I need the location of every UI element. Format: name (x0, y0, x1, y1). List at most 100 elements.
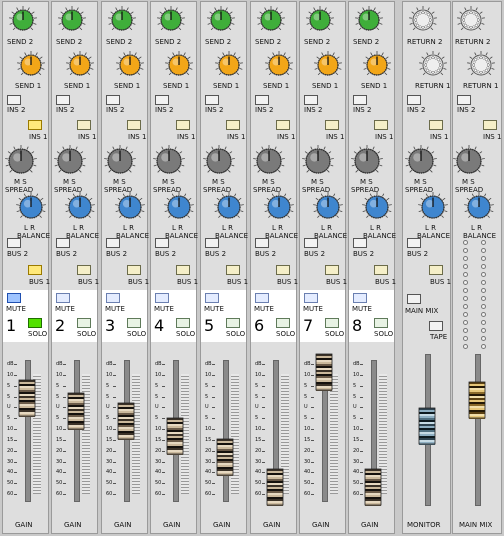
send-1-knob[interactable] (65, 50, 95, 80)
ins-1-button[interactable] (483, 120, 497, 130)
tape-button[interactable] (429, 321, 443, 331)
mute-button[interactable] (7, 293, 21, 303)
send-2-knob[interactable] (107, 5, 137, 35)
bus-2-button[interactable] (255, 238, 269, 248)
solo-button[interactable] (77, 318, 91, 328)
mute-button[interactable] (205, 293, 219, 303)
send-1-knob[interactable] (214, 50, 244, 80)
fader-track[interactable] (74, 360, 80, 502)
ins-2-button[interactable] (304, 95, 318, 105)
send-1-knob[interactable] (362, 50, 392, 80)
ins-2-button[interactable] (205, 95, 219, 105)
balance-knob[interactable] (114, 191, 146, 223)
send-1-knob[interactable] (16, 50, 46, 80)
spread-knob[interactable] (202, 144, 236, 178)
balance-knob[interactable] (15, 191, 47, 223)
bus-1-button[interactable] (276, 265, 290, 275)
send-2-knob[interactable] (206, 5, 236, 35)
balance-knob[interactable] (213, 191, 245, 223)
balance-knob[interactable] (263, 191, 295, 223)
send-2-knob[interactable] (8, 5, 38, 35)
ins-2-button[interactable] (457, 95, 471, 105)
return-2-knob[interactable] (456, 5, 486, 35)
send-1-knob[interactable] (115, 50, 145, 80)
bus-2-button[interactable] (155, 238, 169, 248)
fader-track[interactable] (223, 360, 229, 502)
solo-button[interactable] (276, 318, 290, 328)
bus-2-button[interactable] (304, 238, 318, 248)
fader-cap[interactable] (67, 392, 85, 431)
mute-button[interactable] (155, 293, 169, 303)
mute-button[interactable] (255, 293, 269, 303)
send-2-knob[interactable] (256, 5, 286, 35)
bus-2-button[interactable] (205, 238, 219, 248)
solo-button[interactable] (127, 318, 141, 328)
return-1-knob[interactable] (418, 50, 448, 80)
bus-1-button[interactable] (429, 265, 443, 275)
solo-button[interactable] (325, 318, 339, 328)
ins-2-button[interactable] (155, 95, 169, 105)
main-fader-track[interactable] (475, 354, 481, 506)
bus-2-button[interactable] (56, 238, 70, 248)
fader-cap[interactable] (315, 353, 333, 392)
ins-2-button[interactable] (407, 95, 421, 105)
ins-1-button[interactable] (127, 120, 141, 130)
spread-knob[interactable] (252, 144, 286, 178)
ins-1-button[interactable] (374, 120, 388, 130)
mute-button[interactable] (56, 293, 70, 303)
main-mix-button[interactable] (407, 294, 421, 304)
send-2-knob[interactable] (305, 5, 335, 35)
balance-knob[interactable] (64, 191, 96, 223)
send-2-knob[interactable] (354, 5, 384, 35)
bus-1-button[interactable] (226, 265, 240, 275)
ins-1-button[interactable] (276, 120, 290, 130)
balance-knob[interactable] (361, 191, 393, 223)
spread-knob[interactable] (4, 144, 38, 178)
bus-2-button[interactable] (7, 238, 21, 248)
fader-cap[interactable] (364, 468, 382, 506)
mute-button[interactable] (106, 293, 120, 303)
ins-1-button[interactable] (226, 120, 240, 130)
fader-cap[interactable] (216, 438, 234, 476)
fader-cap[interactable] (266, 468, 284, 506)
send-2-knob[interactable] (156, 5, 186, 35)
ins-1-button[interactable] (325, 120, 339, 130)
ins-1-button[interactable] (429, 120, 443, 130)
ins-1-button[interactable] (28, 120, 42, 130)
bus-1-button[interactable] (176, 265, 190, 275)
spread-knob[interactable] (301, 144, 335, 178)
main-fader-cap[interactable] (468, 381, 486, 420)
bus-1-button[interactable] (77, 265, 91, 275)
monitor-fader-cap[interactable] (418, 407, 436, 446)
bus-2-button[interactable] (106, 238, 120, 248)
mute-button[interactable] (353, 293, 367, 303)
bus-2-button[interactable] (353, 238, 367, 248)
solo-button[interactable] (226, 318, 240, 328)
solo-button[interactable] (176, 318, 190, 328)
ins-2-button[interactable] (353, 95, 367, 105)
balance-knob[interactable] (417, 191, 449, 223)
ins-1-button[interactable] (77, 120, 91, 130)
bus-1-button[interactable] (28, 265, 42, 275)
fader-cap[interactable] (166, 417, 184, 456)
fader-cap[interactable] (117, 402, 135, 440)
return-1-knob[interactable] (466, 50, 496, 80)
bus-2-button[interactable] (407, 238, 421, 248)
spread-knob[interactable] (350, 144, 384, 178)
send-1-knob[interactable] (313, 50, 343, 80)
return-2-knob[interactable] (408, 5, 438, 35)
ins-2-button[interactable] (7, 95, 21, 105)
spread-knob[interactable] (53, 144, 87, 178)
send-2-knob[interactable] (57, 5, 87, 35)
send-1-knob[interactable] (164, 50, 194, 80)
spread-knob[interactable] (152, 144, 186, 178)
send-1-knob[interactable] (264, 50, 294, 80)
ins-1-button[interactable] (176, 120, 190, 130)
spread-knob[interactable] (103, 144, 137, 178)
mute-button[interactable] (304, 293, 318, 303)
spread-knob[interactable] (404, 144, 438, 178)
balance-knob[interactable] (312, 191, 344, 223)
bus-1-button[interactable] (325, 265, 339, 275)
ins-2-button[interactable] (56, 95, 70, 105)
ins-2-button[interactable] (255, 95, 269, 105)
